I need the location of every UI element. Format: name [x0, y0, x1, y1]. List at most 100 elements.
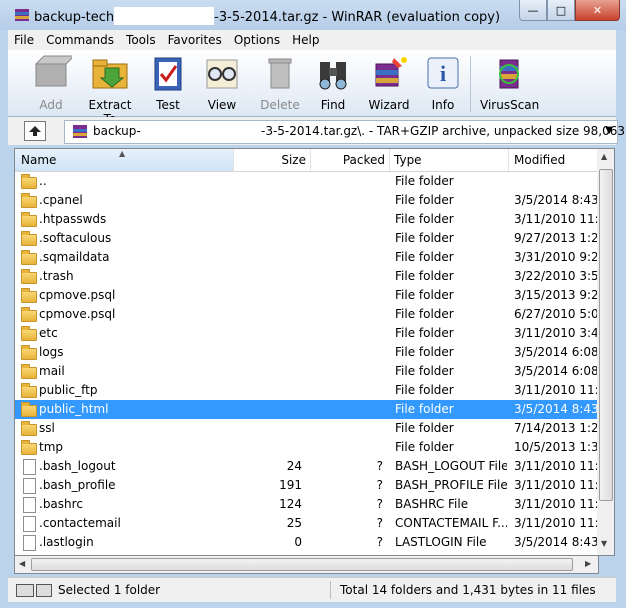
row-modified: 10/5/2013 1:39 ... — [514, 440, 598, 454]
extract-to-button[interactable]: Extract To — [82, 54, 138, 126]
column-header-modified[interactable]: Modified — [509, 149, 598, 171]
row-type: LASTLOGIN File — [395, 535, 487, 549]
list-item[interactable]: tmp File folder 10/5/2013 1:39 ... — [15, 438, 598, 457]
sort-ascending-icon: ▲ — [119, 149, 126, 158]
list-item[interactable]: .bash_logout 24? BASH_LOGOUT File 3/11/2010… — [15, 457, 598, 476]
row-type: BASH_PROFILE File — [395, 478, 507, 492]
menu-commands[interactable]: Commands — [40, 33, 120, 47]
menu-favorites[interactable]: Favorites — [162, 33, 228, 47]
row-type: File folder — [395, 440, 454, 454]
dropdown-arrow-icon[interactable]: ▼ — [605, 125, 613, 136]
key-icon[interactable] — [36, 584, 52, 597]
list-item[interactable]: .sqmaildata File folder 3/31/2010 9:20 ... — [15, 248, 598, 267]
list-item[interactable]: .softaculous File folder 9/27/2013 1:20 ..… — [15, 229, 598, 248]
minimize-button[interactable]: — — [519, 0, 547, 21]
list-item[interactable]: public_ftp File folder 3/11/2010 11:0... — [15, 381, 598, 400]
row-name: ssl — [39, 421, 55, 435]
list-item[interactable]: .bashrc 124? BASHRC File 3/11/2010 11:0... — [15, 495, 598, 514]
info-button[interactable]: i Info — [422, 54, 464, 112]
close-button[interactable]: ✕ — [575, 0, 620, 21]
row-name: .softaculous — [39, 231, 112, 245]
row-type: File folder — [395, 193, 454, 207]
add-button[interactable]: Add — [26, 54, 76, 112]
list-item[interactable]: .. File folder — [15, 172, 598, 191]
list-item[interactable]: cpmove.psql File folder 3/15/2013 9:24 ... — [15, 286, 598, 305]
scroll-left-arrow-icon[interactable]: ◀ — [19, 559, 25, 568]
file-list[interactable]: Name ▲ Size Packed Type Modified .. File … — [14, 148, 599, 556]
path-dropdown[interactable]: backup- -3-5-2014.tar.gz\. - TAR+GZIP ar… — [64, 120, 626, 144]
list-item[interactable]: .lastlogin 0? LASTLOGIN File 3/5/2014 8:43 … — [15, 533, 598, 552]
list-header: Name ▲ Size Packed Type Modified — [15, 149, 598, 172]
scroll-right-arrow-icon[interactable]: ▶ — [585, 559, 591, 568]
toolbar-separator — [470, 56, 471, 112]
drive-icon[interactable] — [16, 584, 34, 597]
list-item[interactable]: etc File folder 3/11/2010 3:46 ... — [15, 324, 598, 343]
column-header-packed[interactable]: Packed — [311, 149, 390, 171]
list-item[interactable]: mail File folder 3/5/2014 6:08 ... — [15, 362, 598, 381]
list-item[interactable]: logs File folder 3/5/2014 6:08 ... — [15, 343, 598, 362]
maximize-button[interactable]: □ — [547, 0, 575, 21]
scroll-up-arrow-icon[interactable]: ▲ — [601, 152, 607, 161]
menu-file[interactable]: File — [8, 33, 40, 47]
row-type: File folder — [395, 402, 454, 416]
row-type: File folder — [395, 250, 454, 264]
svg-text:i: i — [440, 61, 446, 86]
list-item[interactable]: .trash File folder 3/22/2010 3:58 ... — [15, 267, 598, 286]
view-button[interactable]: View — [200, 54, 244, 112]
menu-options[interactable]: Options — [228, 33, 286, 47]
list-item[interactable]: .htpasswds File folder 3/11/2010 11:0... — [15, 210, 598, 229]
folder-icon — [21, 345, 37, 360]
find-button[interactable]: Find — [310, 54, 356, 112]
delete-button[interactable]: Delete — [256, 54, 304, 112]
test-clipboard-icon — [154, 57, 182, 91]
column-header-size[interactable]: Size — [234, 149, 311, 171]
test-button[interactable]: Test — [146, 54, 190, 112]
menu-help[interactable]: Help — [286, 33, 325, 47]
row-type: File folder — [395, 421, 454, 435]
title-bar[interactable]: backup-tech -3-5-2014.tar.gz - WinRAR (ev… — [0, 0, 626, 30]
vertical-scrollbar[interactable]: ▲ ▼ — [597, 148, 615, 556]
list-item[interactable]: public_html File folder 3/5/2014 8:43 ... — [15, 400, 598, 419]
folder-icon — [21, 402, 37, 417]
wizard-icon — [375, 57, 407, 87]
list-item[interactable]: .cpanel File folder 3/5/2014 8:43 ... — [15, 191, 598, 210]
menu-bar: File Commands Tools Favorites Options He… — [8, 30, 616, 50]
row-type: File folder — [395, 288, 454, 302]
column-header-name[interactable]: Name ▲ — [15, 149, 234, 171]
horizontal-scrollbar[interactable]: ◀ ▶ — [14, 555, 599, 574]
row-name: .trash — [39, 269, 74, 283]
column-header-type[interactable]: Type — [390, 149, 509, 171]
row-modified: 3/11/2010 11:0... — [514, 383, 598, 397]
virus-scan-icon — [499, 59, 519, 89]
folder-icon — [21, 440, 37, 455]
scroll-down-arrow-icon[interactable]: ▼ — [601, 539, 607, 548]
wizard-button[interactable]: Wizard — [364, 54, 414, 112]
row-type: File folder — [395, 383, 454, 397]
row-name: .cpanel — [39, 193, 83, 207]
row-modified: 7/14/2013 1:20 ... — [514, 421, 598, 435]
row-type: File folder — [395, 174, 454, 188]
row-packed: ? — [376, 535, 383, 549]
virusscan-button[interactable]: VirusScan — [480, 54, 539, 112]
row-type: File folder — [395, 364, 454, 378]
row-type: File folder — [395, 326, 454, 340]
vertical-scroll-thumb[interactable] — [599, 169, 613, 501]
list-item[interactable]: ssl File folder 7/14/2013 1:20 ... — [15, 419, 598, 438]
row-name: .lastlogin — [39, 535, 94, 549]
row-type: BASH_LOGOUT File — [395, 459, 507, 473]
menu-tools[interactable]: Tools — [120, 33, 162, 47]
list-item[interactable]: .contactemail 25? CONTACTEMAIL F... 3/11/20… — [15, 514, 598, 533]
row-modified: 3/11/2010 11:0... — [514, 212, 598, 226]
row-modified: 3/11/2010 11:0... — [514, 497, 598, 511]
folder-icon — [21, 326, 37, 341]
row-name: logs — [39, 345, 64, 359]
status-divider — [330, 581, 331, 599]
row-type: File folder — [395, 307, 454, 321]
path-text-end: -3-5-2014.tar.gz\. - TAR+GZIP archive, u… — [261, 124, 626, 138]
horizontal-scroll-thumb[interactable] — [31, 558, 573, 571]
file-icon — [23, 459, 36, 475]
row-packed: ? — [376, 478, 383, 492]
up-folder-button[interactable] — [24, 121, 46, 141]
list-item[interactable]: cpmove.psql.File folder6/27/2010 5:09 ..… — [15, 305, 598, 324]
list-item[interactable]: .bash_profile 191? BASH_PROFILE File 3/11/2… — [15, 476, 598, 495]
